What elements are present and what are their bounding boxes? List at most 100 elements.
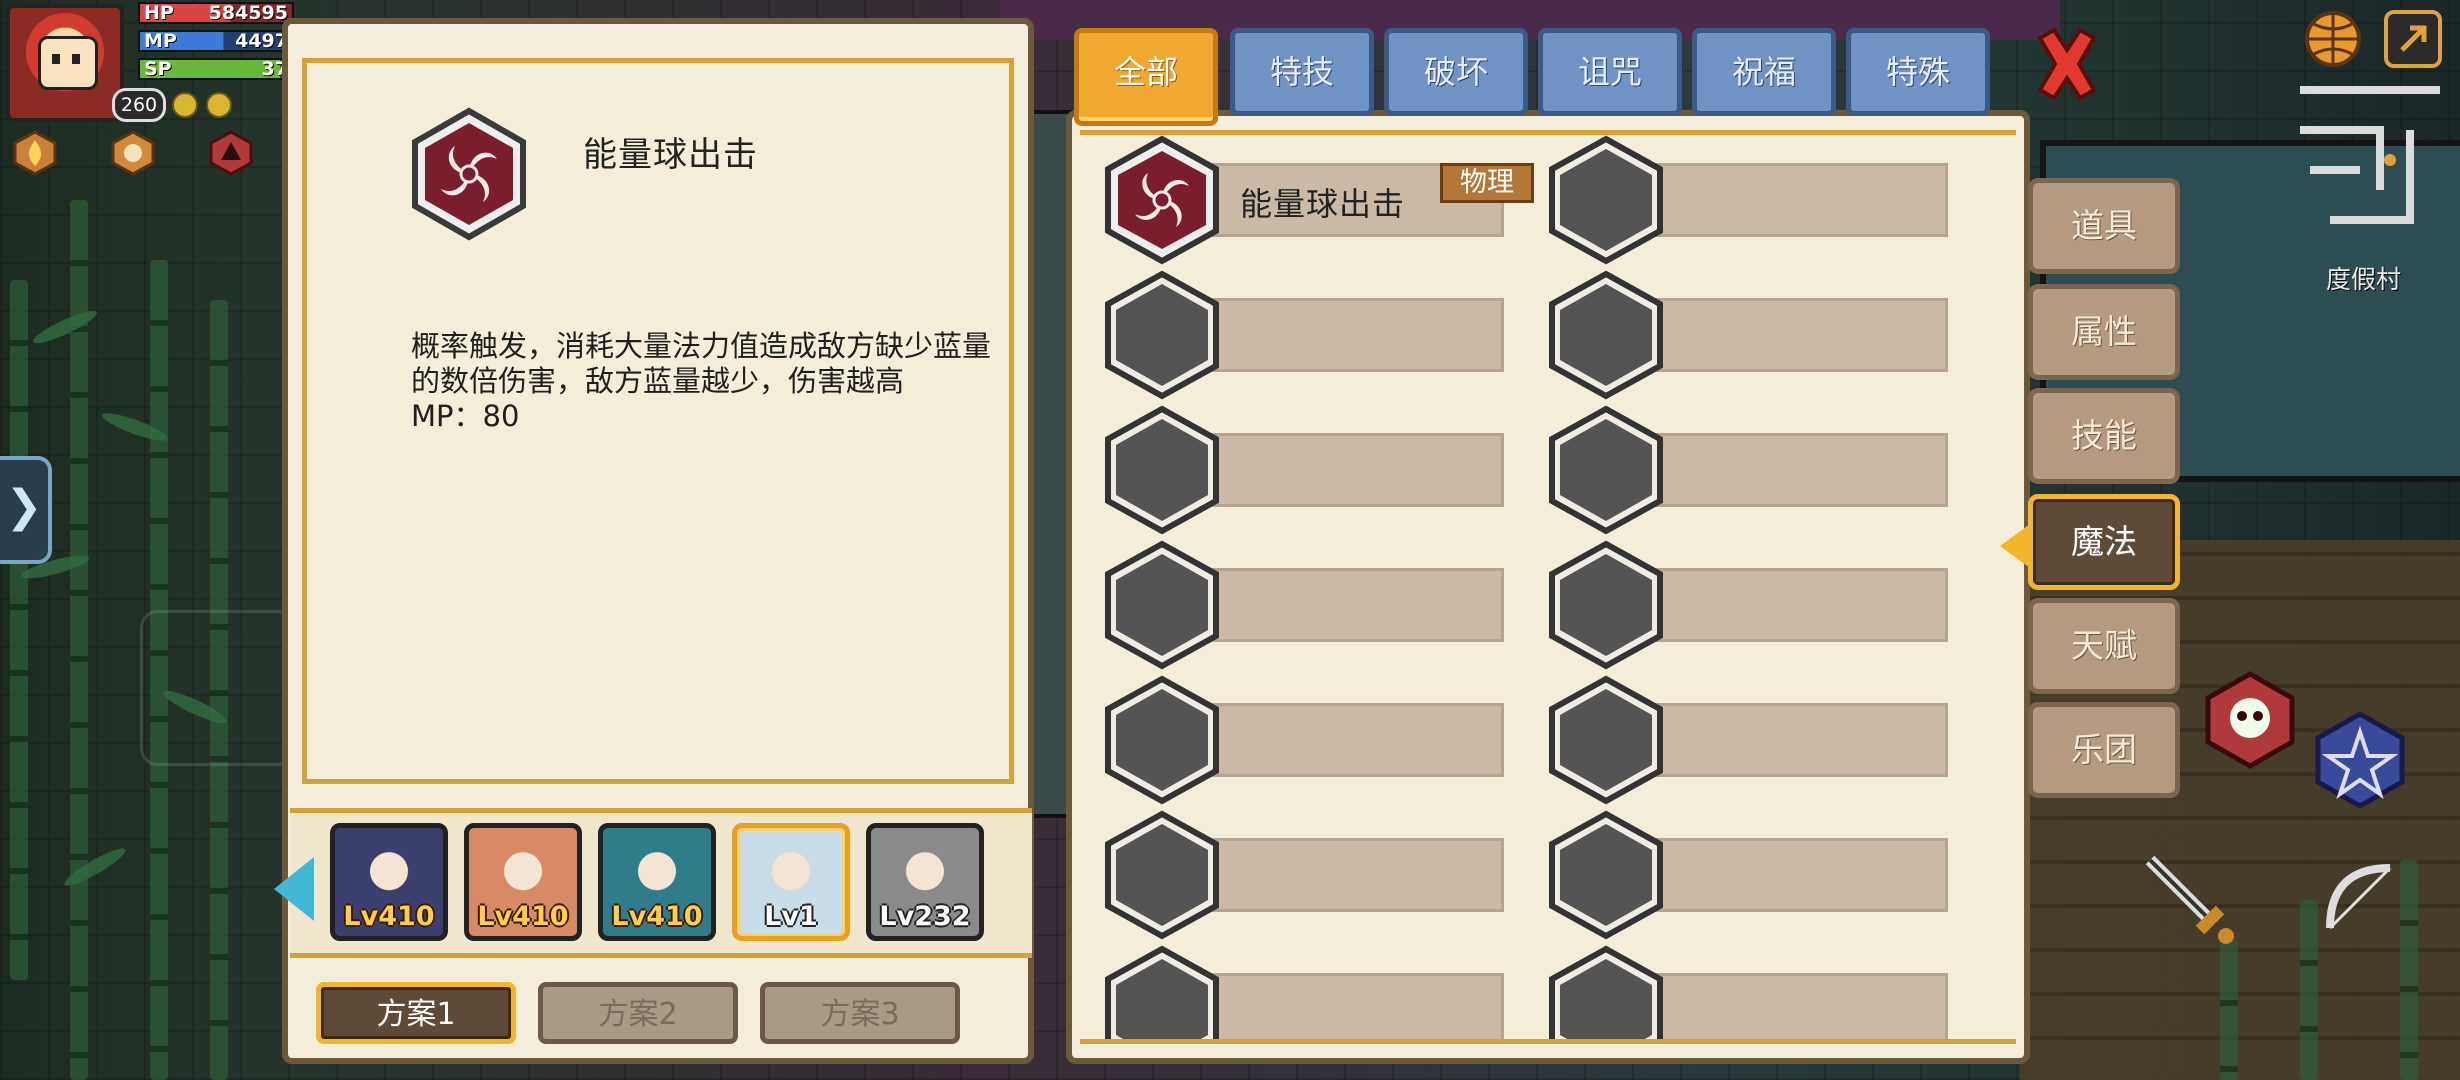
character-level: Lv410 — [477, 901, 569, 932]
character-slot-selected[interactable]: Lv1 — [732, 823, 850, 941]
side-tab-magic[interactable]: 魔法 — [2028, 494, 2180, 590]
skill-slot-bar — [1648, 568, 1948, 642]
demon-buff-icon[interactable] — [208, 130, 254, 176]
empty-hex-icon — [1104, 945, 1220, 1039]
skill-slot-bar — [1648, 838, 1948, 912]
player-avatar[interactable] — [6, 4, 124, 122]
tab-curse[interactable]: 诅咒 — [1538, 28, 1682, 116]
empty-hex-icon — [1548, 540, 1664, 670]
character-level: Lv232 — [879, 901, 971, 932]
plan-3-button[interactable]: 方案3 — [760, 982, 960, 1044]
character-slot[interactable]: Lv410 — [598, 823, 716, 941]
side-tab-attributes[interactable]: 属性 — [2028, 284, 2180, 380]
skill-slot-bar — [1648, 703, 1948, 777]
tab-all[interactable]: 全部 — [1074, 28, 1218, 126]
character-slot[interactable]: Lv232 — [866, 823, 984, 941]
skill-slot-energy-ball[interactable]: 能量球出击 物理 — [1104, 135, 1544, 265]
character-level: Lv410 — [611, 901, 703, 932]
minimap[interactable] — [2290, 70, 2460, 250]
empty-skill-slot[interactable] — [1548, 945, 1988, 1039]
skill-list-panel: 能量球出击 物理 全部 特技 破坏 诅咒 祝福 特殊 — [1066, 16, 2030, 1064]
empty-hex-icon — [1104, 540, 1220, 670]
bow-skill-icon[interactable] — [2310, 848, 2410, 948]
virtual-dpad[interactable] — [140, 610, 296, 766]
coin-icon — [206, 92, 232, 118]
skill-detail-panel: 能量球出击 概率触发，消耗大量法力值造成敌方缺少蓝量的数倍伤害，敌方蓝量越少，伤… — [274, 18, 1034, 1064]
side-tab-pointer-icon — [2000, 524, 2030, 568]
exit-map-icon[interactable] — [2380, 6, 2446, 72]
mp-bar: MP 4497 — [138, 30, 294, 52]
side-tab-band[interactable]: 乐团 — [2028, 702, 2180, 798]
empty-hex-icon — [1548, 945, 1664, 1039]
character-selector: Lv410 Lv410 Lv410 Lv1 Lv232 — [274, 808, 1032, 958]
skill-slot-bar — [1648, 973, 1948, 1039]
empty-skill-slot[interactable] — [1548, 405, 1988, 535]
skill-slot-grid: 能量球出击 物理 — [1080, 130, 2016, 1044]
empty-skill-slot[interactable] — [1104, 270, 1544, 400]
mp-value: 4497 — [235, 30, 288, 52]
hp-bar: HP 584595 — [138, 2, 294, 24]
plan-1-button[interactable]: 方案1 — [316, 982, 516, 1044]
skill-type-tag: 物理 — [1440, 163, 1534, 203]
empty-skill-slot[interactable] — [1104, 405, 1544, 535]
skill-title: 能量球出击 — [583, 135, 758, 175]
shop-buff-icon[interactable] — [110, 130, 156, 176]
tab-destroy[interactable]: 破坏 — [1384, 28, 1528, 116]
sword-attack-icon[interactable] — [2140, 850, 2240, 950]
skill-detail-box: 能量球出击 概率触发，消耗大量法力值造成敌方缺少蓝量的数倍伤害，敌方蓝量越少，伤… — [302, 58, 1014, 784]
fire-buff-icon[interactable] — [12, 130, 58, 176]
empty-hex-icon — [1104, 810, 1220, 940]
side-tab-talent[interactable]: 天赋 — [2028, 598, 2180, 694]
tab-special[interactable]: 特殊 — [1846, 28, 1990, 116]
empty-hex-icon — [1104, 405, 1220, 535]
empty-skill-slot[interactable] — [1104, 540, 1544, 670]
empty-hex-icon — [1104, 270, 1220, 400]
skill-slot-name: 能量球出击 — [1240, 185, 1406, 223]
character-slot[interactable]: Lv410 — [330, 823, 448, 941]
category-tabs: 全部 特技 破坏 诅咒 祝福 特殊 — [1074, 20, 2014, 134]
plan-2-button[interactable]: 方案2 — [538, 982, 738, 1044]
empty-skill-slot[interactable] — [1548, 675, 1988, 805]
empty-skill-slot[interactable] — [1548, 135, 1988, 265]
sp-label: SP — [144, 58, 172, 80]
empty-hex-icon — [1548, 810, 1664, 940]
skill-description-text: 概率触发，消耗大量法力值造成敌方缺少蓝量的数倍伤害，敌方蓝量越少，伤害越高 — [411, 329, 992, 398]
character-level: Lv410 — [343, 901, 435, 932]
empty-skill-slot[interactable] — [1104, 810, 1544, 940]
coin-icon — [172, 92, 198, 118]
energy-swirl-icon — [1104, 135, 1220, 265]
character-level: Lv1 — [764, 901, 818, 932]
globe-icon[interactable] — [2300, 6, 2366, 72]
empty-hex-icon — [1104, 675, 1220, 805]
side-tab-items[interactable]: 道具 — [2028, 178, 2180, 274]
side-tab-skills[interactable]: 技能 — [2028, 388, 2180, 484]
skill-slot-bar — [1648, 163, 1948, 237]
empty-hex-icon — [1548, 405, 1664, 535]
character-slot[interactable]: Lv410 — [464, 823, 582, 941]
demon-skill-icon[interactable] — [2200, 670, 2300, 770]
tab-special-skill[interactable]: 特技 — [1230, 28, 1374, 116]
scroll-left-arrow-icon[interactable] — [274, 857, 314, 921]
energy-swirl-icon — [411, 107, 527, 241]
sp-bar: SP 37 — [138, 58, 294, 80]
empty-skill-slot[interactable] — [1548, 810, 1988, 940]
tab-blessing[interactable]: 祝福 — [1692, 28, 1836, 116]
skill-slot-bar — [1204, 433, 1504, 507]
empty-skill-slot[interactable] — [1104, 945, 1544, 1039]
pentagram-skill-icon[interactable] — [2310, 710, 2410, 810]
skill-description: 概率触发，消耗大量法力值造成敌方缺少蓝量的数倍伤害，敌方蓝量越少，伤害越高 MP… — [411, 329, 1011, 434]
map-location-label: 度假村 — [2326, 265, 2402, 294]
skill-slot-bar — [1204, 973, 1504, 1039]
empty-skill-slot[interactable] — [1104, 675, 1544, 805]
empty-skill-slot[interactable] — [1548, 540, 1988, 670]
skill-list-frame: 能量球出击 物理 — [1066, 110, 2030, 1064]
empty-hex-icon — [1548, 270, 1664, 400]
expand-side-menu-button[interactable]: ❯ — [0, 456, 52, 564]
skill-slot-bar — [1204, 568, 1504, 642]
skill-slot-bar — [1648, 433, 1948, 507]
skill-slot-bar — [1204, 298, 1504, 372]
close-icon[interactable] — [2030, 24, 2104, 104]
player-level-badge: 260 — [112, 88, 166, 122]
empty-skill-slot[interactable] — [1548, 270, 1988, 400]
empty-hex-icon — [1548, 135, 1664, 265]
